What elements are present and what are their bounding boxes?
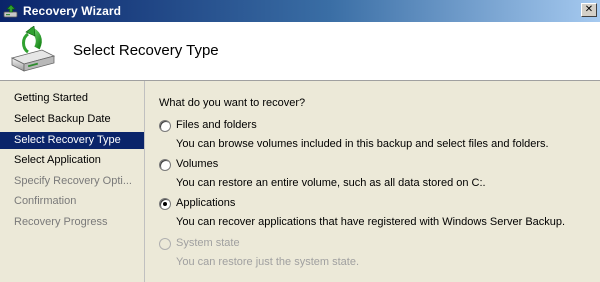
step-select-recovery-type[interactable]: Select Recovery Type (0, 132, 144, 149)
step-confirmation: Confirmation (14, 195, 77, 207)
wizard-steps-sidebar: Getting Started Select Backup Date Selec… (0, 81, 145, 282)
volumes-description: You can restore an entire volume, such a… (176, 177, 486, 189)
close-icon: ✕ (584, 4, 594, 15)
applications-description: You can recover applications that have r… (176, 216, 566, 228)
step-select-backup-date[interactable]: Select Backup Date (0, 111, 144, 128)
files-and-folders-radio[interactable] (159, 120, 171, 132)
step-select-application[interactable]: Select Application (0, 152, 144, 169)
volumes-radio[interactable] (159, 159, 171, 171)
close-button[interactable]: ✕ (581, 3, 597, 17)
step-getting-started[interactable]: Getting Started (0, 90, 144, 107)
step-specify-recovery-options: Specify Recovery Opti... (14, 175, 132, 187)
wizard-header: Select Recovery Type (0, 22, 600, 81)
recovery-wizard-window: Recovery Wizard ✕ Select Recovery Type G… (0, 0, 600, 282)
page-title: Select Recovery Type (73, 42, 219, 59)
volumes-label[interactable]: Volumes (176, 158, 218, 170)
window-title: Recovery Wizard (23, 4, 122, 18)
system-state-label: System state (176, 237, 240, 249)
files-and-folders-label[interactable]: Files and folders (176, 119, 257, 131)
radio-selected-dot (163, 202, 167, 206)
recovery-type-panel: What do you want to recover? Files and f… (146, 81, 600, 282)
files-and-folders-description: You can browse volumes included in this … (176, 138, 549, 150)
system-state-radio (159, 238, 171, 250)
step-recovery-progress: Recovery Progress (14, 216, 108, 228)
recovery-wizard-icon (3, 4, 18, 18)
title-bar[interactable]: Recovery Wizard ✕ (0, 0, 600, 22)
applications-radio[interactable] (159, 198, 171, 210)
backup-disk-restore-icon (10, 26, 56, 72)
recovery-question: What do you want to recover? (159, 97, 306, 109)
applications-label[interactable]: Applications (176, 197, 235, 209)
system-state-description: You can restore just the system state. (176, 256, 360, 268)
